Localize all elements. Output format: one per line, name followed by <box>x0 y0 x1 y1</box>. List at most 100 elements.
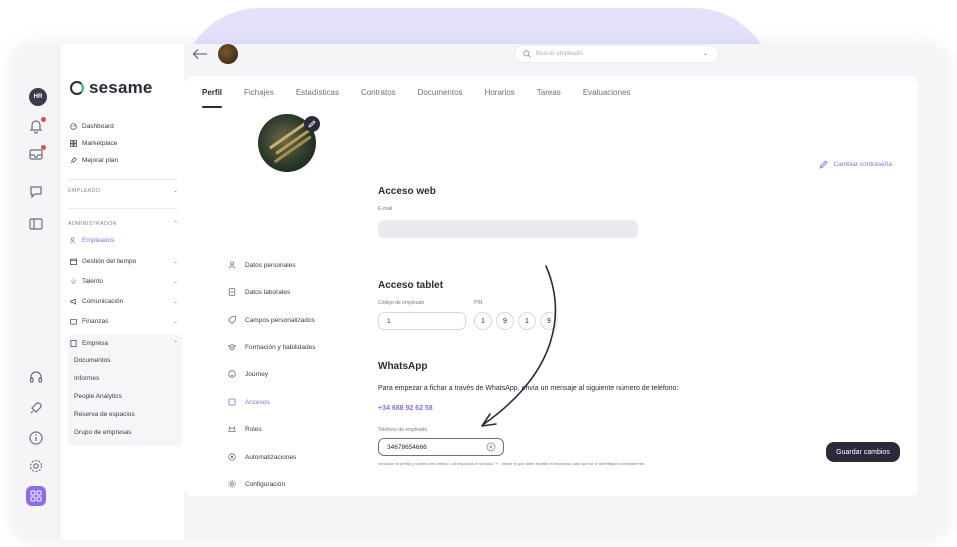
notification-dot <box>41 117 46 122</box>
search-employee[interactable]: Buscar empleado ⌄ <box>514 45 719 63</box>
group-administrador[interactable]: ADMINISTRADOR <box>68 221 117 227</box>
sidebar-item-empresa[interactable]: Empresa <box>70 340 108 347</box>
chevron-up-icon[interactable]: ⌃ <box>173 220 178 227</box>
document-icon <box>228 288 236 296</box>
sidebar-item-marketplace[interactable]: Marketplace <box>70 140 117 147</box>
gear-icon[interactable] <box>28 458 44 474</box>
pencil-icon <box>820 160 828 169</box>
menu-item-configuracion[interactable]: Configuración <box>228 480 285 488</box>
rocket-icon[interactable] <box>28 400 44 416</box>
automation-icon <box>228 453 236 461</box>
tab-documentos[interactable]: Documentos <box>418 88 463 108</box>
phone-help-text: Introduce el prefijo y número de teléfon… <box>378 461 646 466</box>
rocket-icon <box>70 157 77 164</box>
employee-code-label: Código de empleado <box>378 300 425 306</box>
sidebar-item-talento[interactable]: ☆ Talento <box>70 277 103 286</box>
menu-item-roles[interactable]: Roles <box>228 425 262 433</box>
menu-item-accesos[interactable]: Accesos <box>228 398 270 406</box>
clear-input-icon[interactable] <box>486 442 496 452</box>
chevron-down-icon[interactable]: ⌄ <box>173 187 178 194</box>
tab-estadisticas[interactable]: Estadísticas <box>296 88 339 108</box>
chevron-down-icon[interactable]: ⌄ <box>173 278 178 285</box>
apps-button[interactable] <box>26 486 46 506</box>
profile-tabs: Perfil Fichajes Estadísticas Contratos D… <box>202 88 652 108</box>
divider <box>68 208 178 209</box>
users-icon <box>70 237 76 244</box>
graduation-cap-icon <box>228 344 236 350</box>
tab-contratos[interactable]: Contratos <box>361 88 396 108</box>
whatsapp-number: +34 688 92 62 58 <box>378 405 433 412</box>
sidebar-toggle-icon[interactable] <box>28 216 44 232</box>
sesame-logo-icon <box>70 81 84 95</box>
star-icon: ☆ <box>70 277 78 286</box>
edit-photo-button[interactable] <box>304 116 320 132</box>
pin-digit-4[interactable]: 9 <box>540 312 558 330</box>
submenu-item-documentos[interactable]: Documentos <box>74 357 111 364</box>
sidebar-item-empleados[interactable]: Empleados <box>70 237 115 244</box>
submenu-item-reserva-espacios[interactable]: Reserva de espacios <box>74 411 135 418</box>
employee-profile-card: Perfil Fichajes Estadísticas Contratos D… <box>184 76 918 496</box>
access-icon <box>228 398 236 406</box>
save-changes-button[interactable]: Guardar cambios <box>826 442 900 462</box>
menu-item-formacion[interactable]: Formación y habilidades <box>228 343 315 351</box>
submenu-item-grupo-empresas[interactable]: Grupo de empresas <box>74 429 131 436</box>
info-icon[interactable] <box>28 430 44 446</box>
brand[interactable]: sesame <box>70 78 153 98</box>
chevron-down-icon[interactable]: ⌄ <box>703 50 708 57</box>
icon-rail: HR <box>12 44 60 540</box>
employee-phone-label: Teléfono de empleado <box>378 427 428 433</box>
employee-avatar[interactable] <box>218 44 238 64</box>
tab-fichajes[interactable]: Fichajes <box>244 88 274 108</box>
menu-item-datos-laborales[interactable]: Datos laborales <box>228 288 290 296</box>
pencil-icon <box>308 120 316 128</box>
sidebar-item-gestion-tiempo[interactable]: Gestión del tiempo <box>70 258 136 265</box>
section-title-acceso-web: Acceso web <box>378 186 436 197</box>
chevron-up-icon[interactable]: ⌃ <box>173 340 178 347</box>
tab-perfil[interactable]: Perfil <box>202 88 223 108</box>
sidebar-item-dashboard[interactable]: Dashboard <box>70 123 114 130</box>
menu-item-campos-personalizados[interactable]: Campos personalizados <box>228 316 315 324</box>
dashboard-icon <box>70 123 77 130</box>
tab-evaluaciones[interactable]: Evaluaciones <box>583 88 631 108</box>
user-avatar[interactable]: HR <box>29 88 47 106</box>
user-icon <box>228 261 236 269</box>
menu-item-journey[interactable]: Journey <box>228 370 268 378</box>
sidebar-item-comunicacion[interactable]: Comunicación <box>70 298 123 305</box>
headset-icon[interactable] <box>28 369 44 385</box>
chevron-down-icon[interactable]: ⌄ <box>173 298 178 305</box>
menu-item-automatizaciones[interactable]: Automatizaciones <box>228 453 296 461</box>
pin-digit-3[interactable]: 1 <box>518 312 536 330</box>
apps-grid-icon <box>30 490 42 502</box>
submenu-item-people-analytics[interactable]: People Analytics <box>74 393 122 400</box>
top-bar: Buscar empleado ⌄ <box>184 40 924 70</box>
whatsapp-intro: Para empezar a fichar a través de WhatsA… <box>378 385 679 392</box>
menu-item-datos-personales[interactable]: Datos personales <box>228 261 296 269</box>
gear-icon <box>228 480 236 488</box>
search-input[interactable]: Buscar empleado <box>536 51 583 57</box>
back-arrow-icon[interactable] <box>192 48 208 60</box>
tab-tareas[interactable]: Tareas <box>537 88 561 108</box>
pin-digit-1[interactable]: 1 <box>474 312 492 330</box>
employee-code-field[interactable]: 1 <box>378 312 466 330</box>
submenu-item-informes[interactable]: Informes <box>74 375 99 382</box>
search-icon <box>523 50 531 58</box>
section-title-acceso-tablet: Acceso tablet <box>378 280 444 291</box>
chat-icon[interactable] <box>28 184 44 200</box>
sidebar-item-mejorar-plan[interactable]: Mejorar plan <box>70 157 118 164</box>
chevron-down-icon[interactable]: ⌄ <box>173 258 178 265</box>
smile-icon <box>228 370 236 378</box>
crown-icon <box>228 426 236 432</box>
group-empleado[interactable]: EMPLEADO <box>68 188 100 194</box>
change-password-link[interactable]: Cambiar contraseña <box>819 160 892 169</box>
notification-dot <box>41 145 46 150</box>
pin-digit-2[interactable]: 9 <box>496 312 514 330</box>
brand-name: sesame <box>89 78 153 97</box>
chevron-down-icon[interactable]: ⌄ <box>173 318 178 325</box>
email-field[interactable] <box>378 220 638 238</box>
calendar-icon <box>70 258 77 265</box>
pin-label: PIN <box>474 300 483 306</box>
building-icon <box>70 340 77 347</box>
tab-horarios[interactable]: Horarios <box>485 88 515 108</box>
sidebar-item-finanzas[interactable]: Finanzas <box>70 318 108 325</box>
section-title-whatsapp: WhatsApp <box>378 361 428 372</box>
